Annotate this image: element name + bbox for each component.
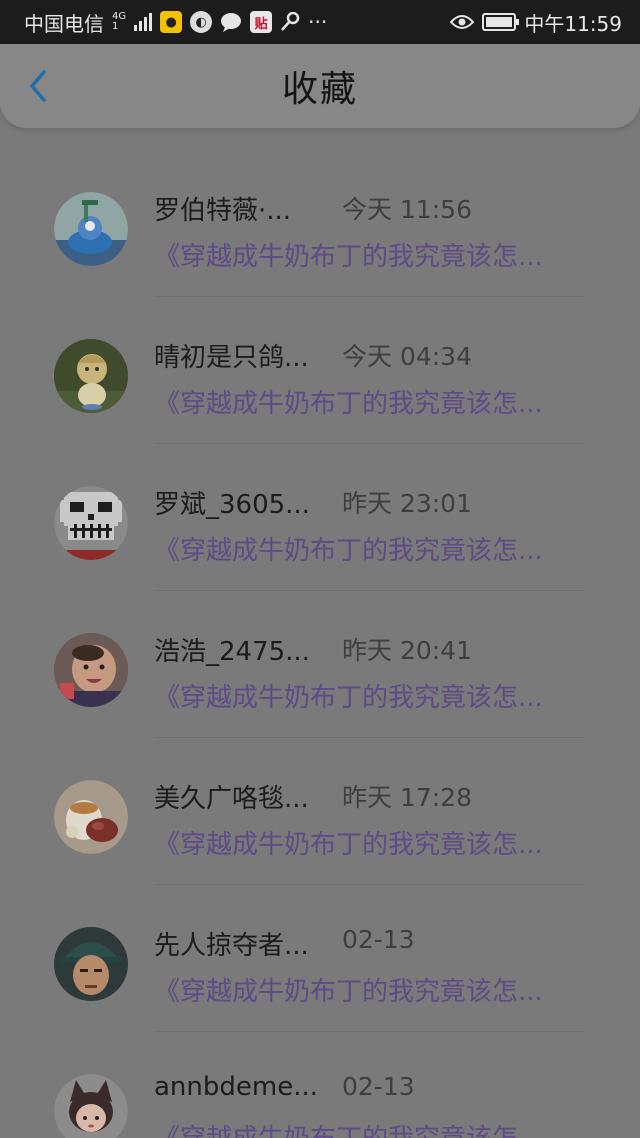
status-time: 中午11:59 bbox=[524, 11, 622, 36]
list-item[interactable]: 浩浩_2475... 昨天 20:41 《穿越成牛奶布丁的我究竟该怎... bbox=[0, 591, 640, 738]
status-bar: 中国电信 4G 1 ● ◐ 贴 ··· 中午11:59 bbox=[0, 0, 640, 44]
item-time: 昨天 23:01 bbox=[342, 489, 472, 518]
avatar[interactable] bbox=[54, 1074, 128, 1138]
item-time: 昨天 17:28 bbox=[342, 783, 472, 812]
favorites-list: 罗伯特薇·... 今天 11:56 《穿越成牛奶布丁的我究竟该怎... 晴初是只… bbox=[0, 150, 640, 1138]
list-item[interactable]: 先人掠夺者... 02-13 《穿越成牛奶布丁的我究竟该怎... bbox=[0, 885, 640, 1032]
item-excerpt: 《穿越成牛奶布丁的我究竟该怎... bbox=[154, 242, 543, 272]
avatar[interactable] bbox=[54, 927, 128, 1001]
avatar[interactable] bbox=[54, 633, 128, 707]
item-time: 02-13 bbox=[342, 925, 415, 954]
item-excerpt: 《穿越成牛奶布丁的我究竟该怎... bbox=[154, 830, 543, 860]
item-time: 今天 04:34 bbox=[342, 342, 472, 371]
item-time: 02-13 bbox=[342, 1072, 415, 1101]
item-time: 昨天 20:41 bbox=[342, 636, 472, 665]
item-excerpt: 《穿越成牛奶布丁的我究竟该怎... bbox=[154, 1118, 584, 1138]
item-name: 先人掠夺者... bbox=[154, 931, 309, 961]
page-title: 收藏 bbox=[281, 69, 358, 110]
list-item[interactable]: annbdeme... 02-13 《穿越成牛奶布丁的我究竟该怎... bbox=[0, 1032, 640, 1138]
list-item[interactable]: 晴初是只鸽... 今天 04:34 《穿越成牛奶布丁的我究竟该怎... bbox=[0, 297, 640, 444]
status-bar-right: 中午11:59 bbox=[450, 8, 622, 37]
item-excerpt: 《穿越成牛奶布丁的我究竟该怎... bbox=[154, 389, 543, 419]
eye-icon bbox=[450, 14, 475, 30]
avatar[interactable] bbox=[54, 192, 128, 266]
avatar-baby bbox=[54, 633, 128, 707]
avatar[interactable] bbox=[54, 486, 128, 560]
item-name: 美久广咯毯... bbox=[154, 784, 309, 814]
more-icon: ··· bbox=[308, 10, 328, 34]
item-name: 晴初是只鸽... bbox=[154, 343, 309, 373]
tieba-icon: 贴 bbox=[250, 11, 273, 33]
item-name: 浩浩_2475... bbox=[154, 637, 310, 667]
item-name: 罗伯特薇·... bbox=[154, 196, 292, 226]
avatar-pixel-skull bbox=[54, 486, 128, 560]
cat-app-icon: ● bbox=[160, 11, 183, 33]
avatar-soldier bbox=[54, 927, 128, 1001]
signal-icon bbox=[134, 13, 153, 31]
chat-icon bbox=[220, 12, 242, 32]
item-excerpt: 《穿越成牛奶布丁的我究竟该怎... bbox=[154, 536, 543, 566]
avatar-dessert bbox=[54, 780, 128, 854]
list-item[interactable]: 罗伯特薇·... 今天 11:56 《穿越成牛奶布丁的我究竟该怎... bbox=[0, 150, 640, 297]
avatar-cat-girl bbox=[54, 1074, 128, 1138]
app-header: 收藏 bbox=[0, 44, 640, 128]
item-time: 今天 11:56 bbox=[342, 195, 472, 224]
avatar[interactable] bbox=[54, 780, 128, 854]
list-item[interactable]: 罗斌_3605... 昨天 23:01 《穿越成牛奶布丁的我究竟该怎... bbox=[0, 444, 640, 591]
item-name: 罗斌_3605... bbox=[154, 490, 310, 520]
status-bar-left: 中国电信 4G 1 ● ◐ 贴 ··· bbox=[24, 8, 327, 37]
item-excerpt: 《穿越成牛奶布丁的我究竟该怎... bbox=[154, 977, 543, 1007]
browser-icon: ◐ bbox=[190, 11, 213, 33]
key-icon bbox=[280, 12, 300, 32]
avatar-anime-girl bbox=[54, 339, 128, 413]
item-excerpt: 《穿越成牛奶布丁的我究竟该怎... bbox=[154, 683, 543, 713]
list-item[interactable]: 美久广咯毯... 昨天 17:28 《穿越成牛奶布丁的我究竟该怎... bbox=[0, 738, 640, 885]
avatar[interactable] bbox=[54, 339, 128, 413]
network-type: 4G 1 bbox=[112, 11, 127, 32]
item-name: annbdeme... bbox=[154, 1072, 319, 1102]
carrier-label: 中国电信 bbox=[24, 11, 104, 36]
avatar-blue-character bbox=[54, 192, 128, 266]
battery-icon bbox=[482, 13, 520, 31]
